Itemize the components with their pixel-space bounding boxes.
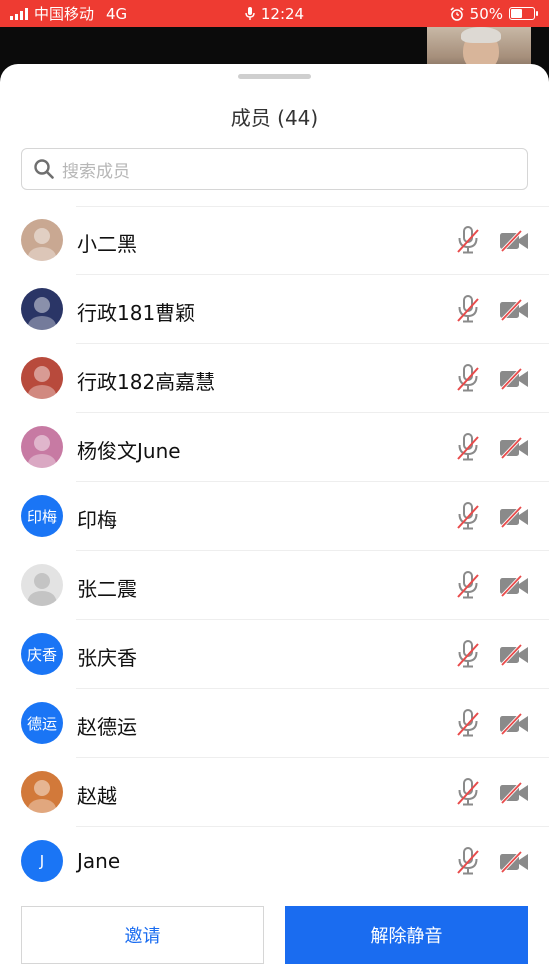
- microphone-muted-icon[interactable]: [455, 502, 481, 530]
- member-avatar: 印梅: [21, 495, 63, 537]
- member-name: 张庆香: [77, 646, 137, 670]
- member-avatar: J: [21, 840, 63, 882]
- battery-icon: [509, 7, 538, 20]
- invite-button[interactable]: 邀请: [21, 906, 264, 964]
- search-input[interactable]: 搜索成员: [21, 148, 528, 190]
- member-avatar: 德运: [21, 702, 63, 744]
- camera-off-icon[interactable]: [499, 436, 529, 460]
- camera-off-icon[interactable]: [499, 712, 529, 736]
- member-name: 杨俊文June: [77, 439, 181, 463]
- camera-off-icon[interactable]: [499, 850, 529, 874]
- camera-off-icon[interactable]: [499, 781, 529, 805]
- microphone-muted-icon[interactable]: [455, 433, 481, 461]
- camera-off-icon[interactable]: [499, 229, 529, 253]
- bottom-action-bar: 邀请 解除静音: [0, 894, 549, 975]
- member-row[interactable]: 杨俊文June: [0, 413, 549, 482]
- microphone-status-icon: [245, 6, 255, 20]
- member-row[interactable]: J Jane: [0, 827, 549, 896]
- member-name: 行政182高嘉慧: [77, 370, 216, 394]
- status-right: 50%: [450, 4, 538, 23]
- member-name: 小二黑: [77, 232, 137, 256]
- camera-off-icon[interactable]: [499, 505, 529, 529]
- member-row[interactable]: 行政182高嘉慧: [0, 344, 549, 413]
- member-row[interactable]: 德运 赵德运: [0, 689, 549, 758]
- member-avatar: [21, 357, 63, 399]
- camera-off-icon[interactable]: [499, 298, 529, 322]
- member-row[interactable]: 行政181曹颖: [0, 275, 549, 344]
- sheet-drag-handle[interactable]: [238, 74, 311, 79]
- member-avatar: [21, 564, 63, 606]
- member-row[interactable]: 张二震: [0, 551, 549, 620]
- member-row[interactable]: 印梅 印梅: [0, 482, 549, 551]
- microphone-muted-icon[interactable]: [455, 295, 481, 323]
- battery-percent: 50%: [469, 4, 503, 23]
- member-avatar: 庆香: [21, 633, 63, 675]
- status-time: 12:24: [260, 4, 305, 23]
- member-name: 行政181曹颖: [77, 301, 196, 325]
- microphone-muted-icon[interactable]: [455, 847, 481, 875]
- microphone-muted-icon[interactable]: [455, 571, 481, 599]
- member-avatar: [21, 426, 63, 468]
- member-row[interactable]: 小二黑: [0, 206, 549, 275]
- microphone-muted-icon[interactable]: [455, 640, 481, 668]
- member-name: 赵德运: [77, 715, 137, 739]
- alarm-icon: [450, 6, 464, 21]
- camera-off-icon[interactable]: [499, 643, 529, 667]
- member-name: 张二震: [77, 577, 137, 601]
- member-name: 印梅: [77, 508, 117, 532]
- camera-off-icon[interactable]: [499, 574, 529, 598]
- member-avatar: [21, 219, 63, 261]
- member-avatar: [21, 771, 63, 813]
- search-icon: [34, 159, 54, 179]
- member-row[interactable]: 赵越: [0, 758, 549, 827]
- search-placeholder: 搜索成员: [62, 161, 130, 182]
- camera-off-icon[interactable]: [499, 367, 529, 391]
- member-name: Jane: [77, 849, 121, 873]
- members-sheet: 成员 (44) 搜索成员 小二黑 行政181曹颖 行政182高嘉慧 杨俊文Jun…: [0, 64, 549, 975]
- sheet-title: 成员 (44): [230, 106, 319, 130]
- member-row[interactable]: 庆香 张庆香: [0, 620, 549, 689]
- microphone-muted-icon[interactable]: [455, 364, 481, 392]
- microphone-muted-icon[interactable]: [455, 709, 481, 737]
- status-bar: 中国移动 4G 12:24 50%: [0, 0, 549, 27]
- microphone-muted-icon[interactable]: [455, 778, 481, 806]
- member-name: 赵越: [77, 784, 117, 808]
- microphone-muted-icon[interactable]: [455, 226, 481, 254]
- unmute-all-button[interactable]: 解除静音: [285, 906, 528, 964]
- member-avatar: [21, 288, 63, 330]
